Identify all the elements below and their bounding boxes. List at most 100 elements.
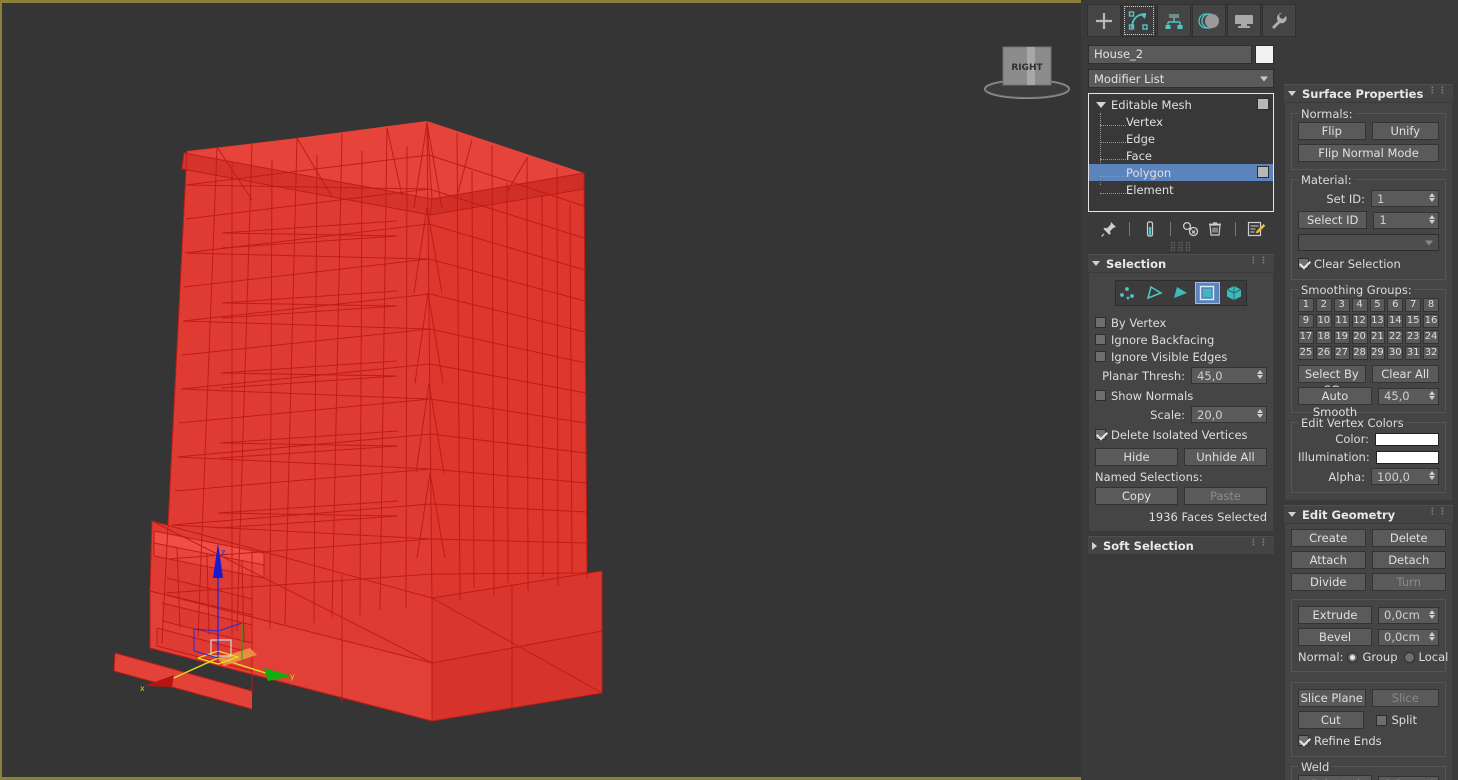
smoothing-group-button-19[interactable]: 19 xyxy=(1333,330,1350,344)
vertex-color-swatch[interactable] xyxy=(1375,432,1439,446)
rollout-soft-selection-header[interactable]: Soft Selection ⋮⋮ xyxy=(1088,536,1274,554)
tab-utilities[interactable] xyxy=(1262,4,1296,37)
tab-modify[interactable] xyxy=(1122,4,1156,37)
checkbox-clear-selection[interactable]: Clear Selection xyxy=(1298,255,1439,272)
smoothing-group-button-31[interactable]: 31 xyxy=(1405,346,1422,360)
auto-smooth-spinner[interactable]: 45,0 xyxy=(1378,387,1439,405)
smoothing-group-button-6[interactable]: 6 xyxy=(1387,298,1404,312)
modifier-stack[interactable]: Editable Mesh Vertex Edge Face Polygon E… xyxy=(1088,93,1274,212)
smoothing-group-button-9[interactable]: 9 xyxy=(1298,314,1314,328)
radio-normal-group[interactable]: Group xyxy=(1347,650,1398,664)
spinner-arrows-icon[interactable] xyxy=(1257,370,1263,379)
stack-item-polygon[interactable]: Polygon xyxy=(1089,164,1273,181)
smoothing-group-button-25[interactable]: 25 xyxy=(1298,346,1314,360)
pin-stack-icon[interactable] xyxy=(1098,218,1120,240)
smoothing-group-button-grid[interactable]: 1 2 3 4 5 6 7 8 9 10 11 12 13 14 15 16 17 18 19 20 21 22 23 24 2… xyxy=(1298,298,1439,360)
smoothing-group-button-28[interactable]: 28 xyxy=(1351,346,1368,360)
stack-item-checkbox[interactable] xyxy=(1257,166,1269,178)
alpha-spinner[interactable]: 100,0 xyxy=(1371,468,1439,485)
tab-hierarchy[interactable] xyxy=(1157,4,1191,37)
smoothing-group-button-18[interactable]: 18 xyxy=(1315,330,1332,344)
polygon-icon[interactable] xyxy=(1195,282,1220,304)
scale-spinner[interactable]: 20,0 xyxy=(1191,406,1267,423)
make-unique-icon[interactable] xyxy=(1180,218,1202,240)
stack-item-checkbox[interactable] xyxy=(1257,98,1269,110)
rollout-selection-header[interactable]: Selection ⋮⋮ xyxy=(1088,254,1274,272)
stack-item-edge[interactable]: Edge xyxy=(1089,130,1273,147)
smoothing-group-button-24[interactable]: 24 xyxy=(1423,330,1439,344)
attach-button[interactable]: Attach xyxy=(1291,551,1366,569)
rollout-edit-geometry-header[interactable]: Edit Geometry ⋮⋮ xyxy=(1284,505,1453,523)
smoothing-group-button-23[interactable]: 23 xyxy=(1405,330,1422,344)
delete-button[interactable]: Delete xyxy=(1371,529,1446,547)
checkbox-split[interactable]: Split xyxy=(1370,712,1440,729)
spinner-arrows-icon[interactable] xyxy=(1429,214,1435,224)
smoothing-group-button-20[interactable]: 20 xyxy=(1351,330,1368,344)
weld-threshold-spinner[interactable]: 0,1cm xyxy=(1378,775,1439,780)
viewport-perspective[interactable]: z y x RIGHT xyxy=(0,0,1081,780)
select-by-sg-button[interactable]: Select By SG xyxy=(1298,365,1366,397)
element-icon[interactable] xyxy=(1222,282,1246,304)
copy-button[interactable]: Copy xyxy=(1095,487,1178,505)
smoothing-group-button-4[interactable]: 4 xyxy=(1351,298,1368,312)
object-name-field[interactable]: House_2 xyxy=(1088,45,1252,64)
smoothing-group-button-1[interactable]: 1 xyxy=(1298,298,1314,312)
flip-normals-button[interactable]: Flip xyxy=(1298,122,1366,140)
clear-all-sg-button[interactable]: Clear All xyxy=(1371,365,1439,383)
slice-button[interactable]: Slice xyxy=(1371,689,1439,707)
turn-button[interactable]: Turn xyxy=(1371,573,1446,591)
checkbox-delete-isolated-vertices[interactable]: Delete Isolated Vertices xyxy=(1095,426,1267,443)
divide-button[interactable]: Divide xyxy=(1291,573,1366,591)
object-color-swatch[interactable] xyxy=(1255,45,1274,64)
bevel-button[interactable]: Bevel xyxy=(1298,628,1372,646)
smoothing-group-button-5[interactable]: 5 xyxy=(1369,298,1386,312)
planar-thresh-spinner[interactable]: 45,0 xyxy=(1191,367,1267,384)
tab-motion[interactable] xyxy=(1192,4,1226,37)
spinner-arrows-icon[interactable] xyxy=(1429,631,1435,641)
smoothing-group-button-3[interactable]: 3 xyxy=(1333,298,1350,312)
spinner-arrows-icon[interactable] xyxy=(1429,471,1435,480)
set-id-spinner[interactable]: 1 xyxy=(1371,190,1439,207)
tab-create[interactable] xyxy=(1087,4,1121,37)
smoothing-group-button-13[interactable]: 13 xyxy=(1369,314,1386,328)
show-end-result-icon[interactable] xyxy=(1139,218,1161,240)
rollout-surface-properties-header[interactable]: Surface Properties ⋮⋮ xyxy=(1284,84,1453,102)
flip-normal-mode-button[interactable]: Flip Normal Mode xyxy=(1298,144,1439,162)
stack-item-editable-mesh[interactable]: Editable Mesh xyxy=(1089,96,1273,113)
create-button[interactable]: Create xyxy=(1291,529,1366,547)
smoothing-group-button-8[interactable]: 8 xyxy=(1423,298,1439,312)
edge-icon[interactable] xyxy=(1142,282,1166,304)
modifier-list-dropdown[interactable]: Modifier List xyxy=(1088,69,1274,88)
smoothing-group-button-21[interactable]: 21 xyxy=(1369,330,1386,344)
unify-normals-button[interactable]: Unify xyxy=(1371,122,1439,140)
hide-button[interactable]: Hide xyxy=(1095,448,1178,466)
remove-modifier-trash-icon[interactable] xyxy=(1204,218,1226,240)
configure-modifier-sets-icon[interactable] xyxy=(1245,218,1267,240)
stack-item-element[interactable]: Element xyxy=(1089,181,1273,198)
auto-smooth-button[interactable]: Auto Smooth xyxy=(1298,387,1372,419)
illumination-color-swatch[interactable] xyxy=(1375,450,1439,464)
weld-selected-button[interactable]: Selected xyxy=(1298,775,1372,780)
slice-plane-button[interactable]: Slice Plane xyxy=(1298,689,1366,707)
spinner-arrows-icon[interactable] xyxy=(1429,609,1435,619)
panel-resize-grip[interactable]: ⣿⣿⣿ xyxy=(1085,242,1277,252)
checkbox-refine-ends[interactable]: Refine Ends xyxy=(1298,732,1439,749)
smoothing-group-button-10[interactable]: 10 xyxy=(1315,314,1332,328)
stack-item-vertex[interactable]: Vertex xyxy=(1089,113,1273,130)
smoothing-group-button-2[interactable]: 2 xyxy=(1315,298,1332,312)
spinner-arrows-icon[interactable] xyxy=(1429,390,1435,400)
smoothing-group-button-26[interactable]: 26 xyxy=(1315,346,1332,360)
extrude-amount-spinner[interactable]: 0,0cm xyxy=(1378,606,1439,624)
smoothing-group-button-30[interactable]: 30 xyxy=(1387,346,1404,360)
cut-button[interactable]: Cut xyxy=(1298,711,1364,729)
vertex-icon[interactable] xyxy=(1116,282,1140,304)
extrude-button[interactable]: Extrude xyxy=(1298,606,1372,624)
detach-button[interactable]: Detach xyxy=(1371,551,1446,569)
smoothing-group-button-27[interactable]: 27 xyxy=(1333,346,1350,360)
checkbox-by-vertex[interactable]: By Vertex xyxy=(1095,314,1267,331)
spinner-arrows-icon[interactable] xyxy=(1429,193,1435,202)
paste-button[interactable]: Paste xyxy=(1184,487,1267,505)
smoothing-group-button-11[interactable]: 11 xyxy=(1333,314,1350,328)
radio-normal-local[interactable]: Local xyxy=(1403,650,1448,664)
smoothing-group-button-16[interactable]: 16 xyxy=(1423,314,1439,328)
